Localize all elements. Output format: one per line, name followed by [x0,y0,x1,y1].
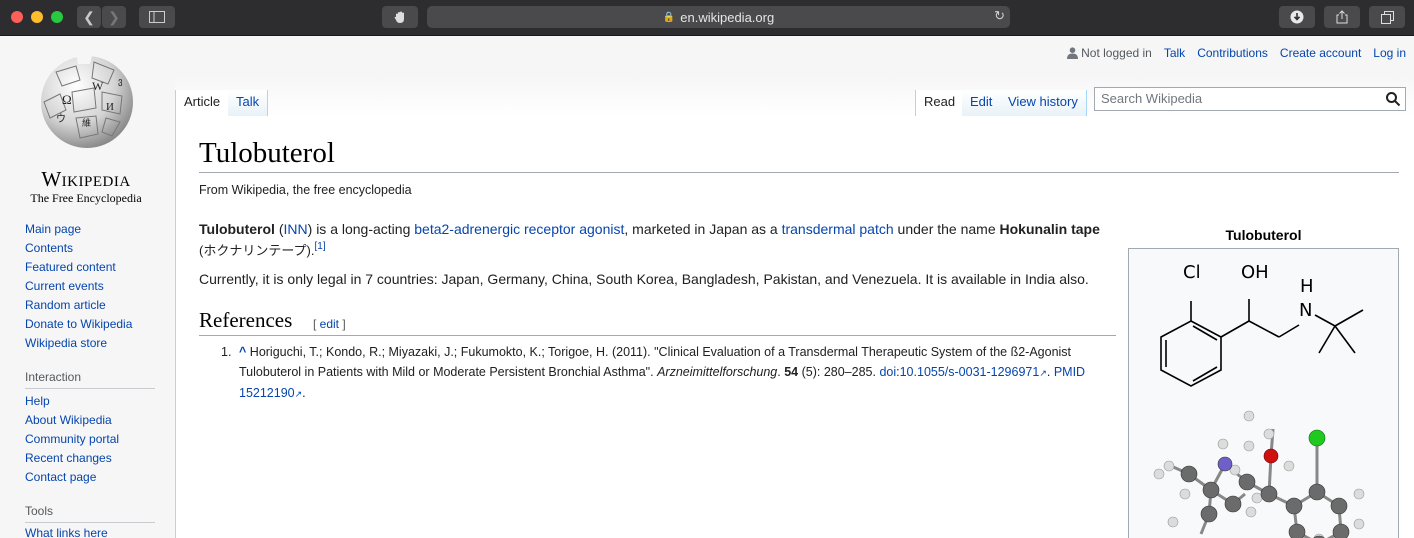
wikipedia-page: Not logged in Talk Contributions Create … [0,36,1414,538]
doi-link[interactable]: 10.1055/s-0031-1296971 [900,365,1040,379]
not-logged-in: Not logged in [1067,46,1152,60]
nav-store[interactable]: Wikipedia store [25,334,132,353]
nitrogen-label: N [1299,300,1312,321]
references-heading: References [199,308,293,332]
close-window-button[interactable] [11,11,23,23]
svg-text:Ω: Ω [62,92,72,107]
edit-section: [ edit ] [313,317,346,331]
nav-community-portal[interactable]: Community portal [25,430,119,449]
nav-contact[interactable]: Contact page [25,468,119,487]
url-text: en.wikipedia.org [680,9,775,25]
search-icon[interactable] [1385,91,1401,107]
nav-random-article[interactable]: Random article [25,296,132,315]
lock-icon: 🔒 [662,11,676,23]
tab-read[interactable]: Read [915,90,965,116]
doi-label-link[interactable]: doi [879,365,896,379]
chevron-right-icon: ❯ [108,8,120,25]
back-button[interactable]: ❮ [77,6,101,28]
sidebar-icon [149,11,165,23]
legal-status-paragraph: Currently, it is only legal in 7 countri… [199,271,1089,287]
nav-about[interactable]: About Wikipedia [25,411,119,430]
nav-help[interactable]: Help [25,392,119,411]
skeletal-formula-image[interactable]: Cl OH H N [1129,249,1398,389]
pmid-link[interactable]: 15212190 [239,386,295,400]
tab-article[interactable]: Article [175,90,230,116]
interaction-navigation: Help About Wikipedia Community portal Re… [25,392,119,487]
create-account-link[interactable]: Create account [1280,46,1361,60]
talk-link[interactable]: Talk [1164,46,1185,60]
tools-navigation: What links here [25,524,108,538]
tabs-icon [1380,10,1394,24]
share-icon [1336,10,1348,24]
download-icon [1290,10,1304,24]
nav-recent-changes[interactable]: Recent changes [25,449,119,468]
reload-icon[interactable]: ↻ [994,8,1005,24]
title-divider [199,172,1399,173]
interaction-divider [25,388,155,389]
log-in-link[interactable]: Log in [1373,46,1406,60]
nav-featured-content[interactable]: Featured content [25,258,132,277]
hydrogen-label: H [1300,276,1314,297]
sidebar-toggle-button[interactable] [139,6,175,28]
chlorine-label: Cl [1183,262,1201,283]
site-subtitle: From Wikipedia, the free encyclopedia [199,183,412,197]
nav-contents[interactable]: Contents [25,239,132,258]
infobox-title: Tulobuterol [1225,227,1302,243]
beta2-agonist-link[interactable]: beta2-adrenergic receptor agonist [414,221,624,237]
main-navigation: Main page Contents Featured content Curr… [25,220,132,353]
hydroxyl-label: OH [1241,262,1269,283]
oxygen-atom [1263,448,1279,464]
browser-toolbar: ❮ ❯ 🔒 en.wikipedia.org ↻ [0,0,1414,36]
chevron-left-icon: ❮ [83,8,95,25]
page-title: Tulobuterol [199,137,335,169]
ball-and-stick-model-image[interactable] [1129,394,1398,538]
tools-divider [25,522,155,523]
wordmark: Wikipedia [41,167,131,191]
inn-link[interactable]: INN [284,221,308,237]
zoom-window-button[interactable] [51,11,63,23]
references-divider [199,335,1116,336]
intro-paragraph: Tulobuterol (INN) is a long-acting beta2… [199,221,1100,258]
forward-button[interactable]: ❯ [102,6,126,28]
tab-view-history[interactable]: View history [1000,90,1087,116]
svg-text:ウ: ウ [56,113,66,125]
share-button[interactable] [1324,6,1360,28]
user-icon [1067,47,1079,59]
pmid-label-link[interactable]: PMID [1054,365,1085,379]
reference-1: ^ Horiguchi, T.; Kondo, R.; Miyazaki, J.… [239,345,1086,400]
svg-text:И: И [106,101,114,113]
minimize-window-button[interactable] [31,11,43,23]
tab-edit[interactable]: Edit [962,90,1002,116]
edit-section-link[interactable]: edit [320,317,339,331]
search-input[interactable]: Search Wikipedia [1094,87,1406,111]
personal-tools: Not logged in Talk Contributions Create … [1067,46,1406,60]
infobox: Cl OH H N [1128,248,1399,538]
external-link-icon: ↗ [1039,368,1047,378]
privacy-report-button[interactable] [382,6,418,28]
address-bar[interactable]: 🔒 en.wikipedia.org ↻ [427,6,1010,28]
nav-what-links-here[interactable]: What links here [25,524,108,538]
citation-1-link[interactable]: [1] [315,241,326,252]
nav-current-events[interactable]: Current events [25,277,132,296]
puzzle-globe-icon: Ω W И 維 ウ ვ [41,54,133,148]
svg-text:W: W [92,79,104,93]
svg-text:維: 維 [82,117,91,129]
nitrogen-atom [1217,456,1233,472]
tools-heading: Tools [25,504,54,518]
chlorine-atom [1308,429,1326,447]
svg-text:ვ: ვ [118,76,123,87]
downloads-button[interactable] [1279,6,1315,28]
reference-number: 1. [221,345,232,359]
tagline: The Free Encyclopedia [30,191,142,205]
wikipedia-logo[interactable]: Ω W И 維 ウ ვ Wikipedia The Free Encyclope… [20,52,150,205]
hand-icon [394,11,404,23]
transdermal-patch-link[interactable]: transdermal patch [782,221,894,237]
nav-donate[interactable]: Donate to Wikipedia [25,315,132,334]
tab-talk[interactable]: Talk [228,90,269,116]
nav-main-page[interactable]: Main page [25,220,132,239]
tab-overview-button[interactable] [1369,6,1405,28]
interaction-heading: Interaction [25,370,82,384]
contributions-link[interactable]: Contributions [1197,46,1268,60]
